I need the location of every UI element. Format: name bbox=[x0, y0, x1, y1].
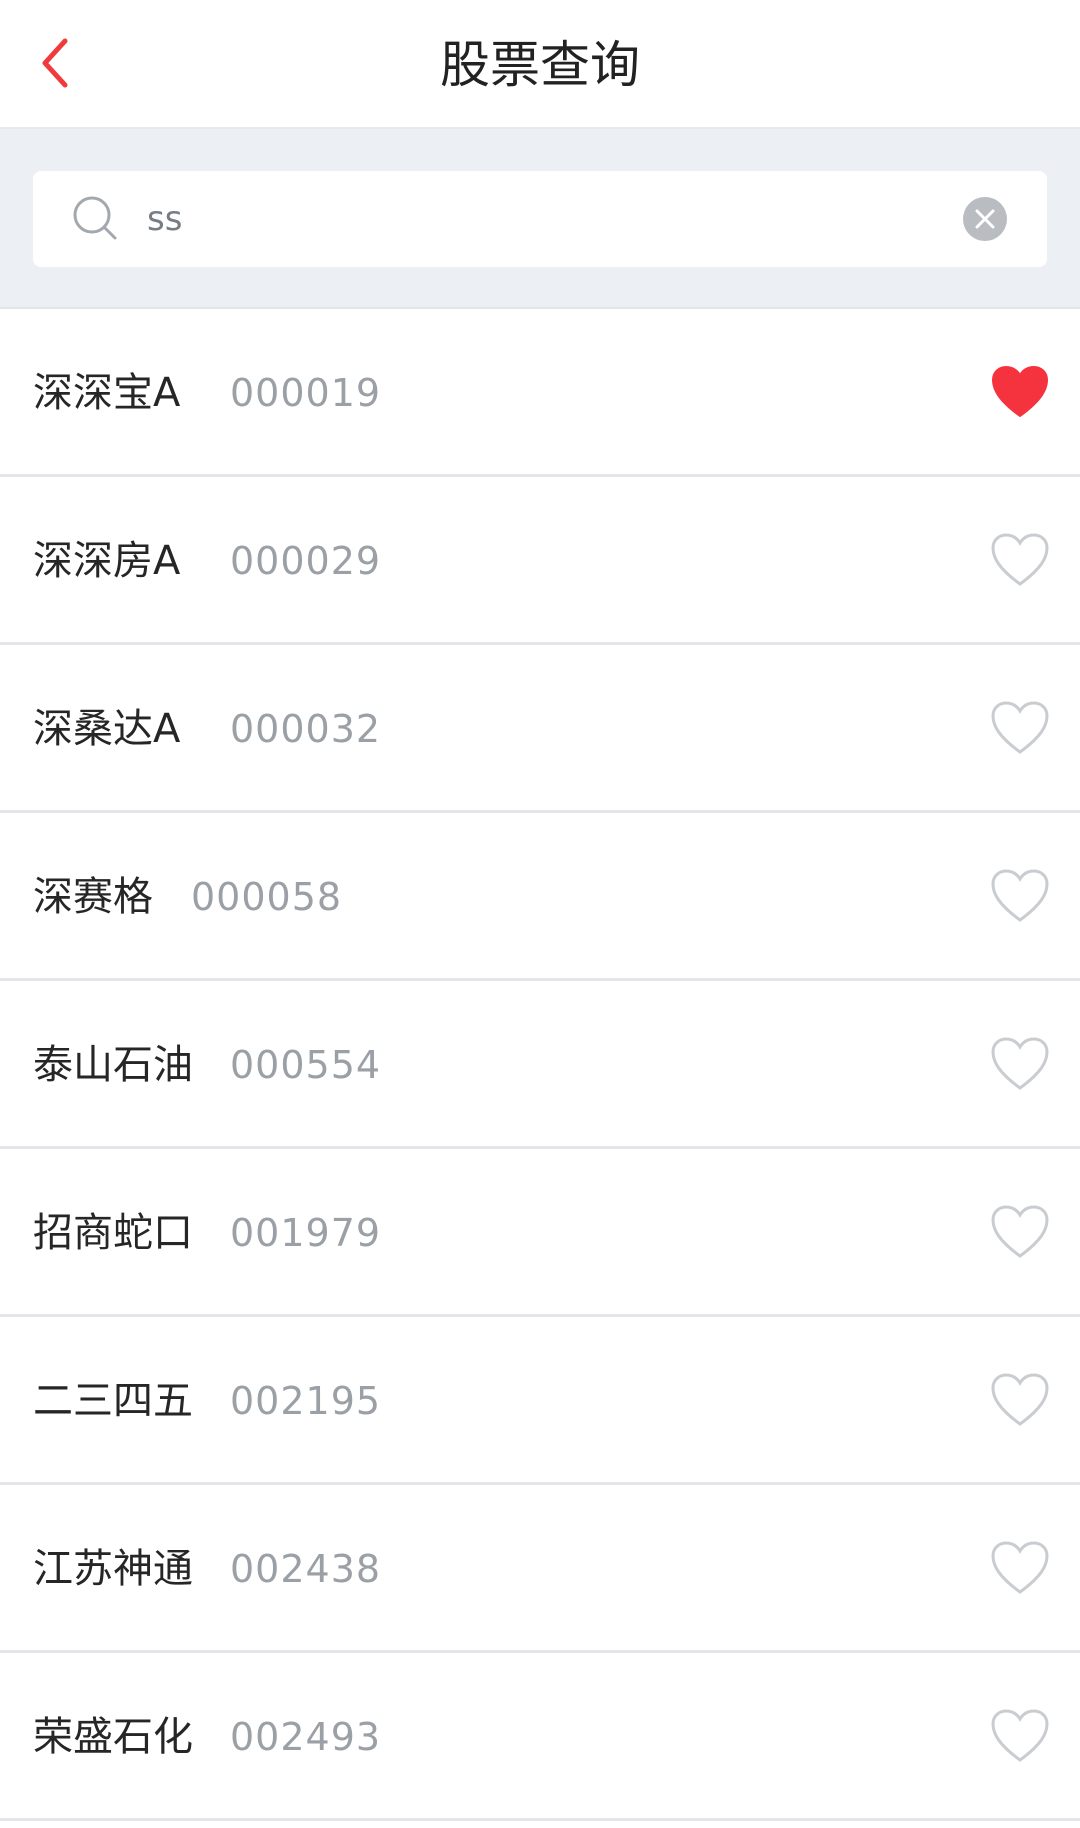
stock-name: 深深宝A bbox=[33, 370, 181, 416]
stock-code: 000019 bbox=[230, 371, 382, 415]
heart-icon[interactable] bbox=[990, 700, 1050, 756]
stock-row[interactable]: 深深宝A 000019 bbox=[0, 309, 1080, 477]
stock-name: 荣盛石化 bbox=[33, 1714, 193, 1760]
heart-icon[interactable] bbox=[990, 1036, 1050, 1092]
search-box[interactable] bbox=[33, 171, 1047, 267]
stock-code: 001979 bbox=[230, 1211, 382, 1255]
stock-name: 二三四五 bbox=[33, 1378, 193, 1424]
stock-code: 000032 bbox=[230, 707, 382, 751]
page-title: 股票查询 bbox=[440, 36, 640, 94]
stock-code: 000058 bbox=[191, 875, 343, 919]
stock-code: 000029 bbox=[230, 539, 382, 583]
stock-code: 002195 bbox=[230, 1379, 382, 1423]
heart-icon[interactable] bbox=[990, 1204, 1050, 1260]
heart-icon[interactable] bbox=[990, 1372, 1050, 1428]
stock-row[interactable]: 深深房A 000029 bbox=[0, 477, 1080, 645]
stock-result-list: 深深宝A 000019 深深房A 000029 深桑达A 000032 深赛格 … bbox=[0, 309, 1080, 1821]
stock-row[interactable]: 江苏神通 002438 bbox=[0, 1485, 1080, 1653]
stock-name: 泰山石油 bbox=[33, 1042, 193, 1088]
heart-icon[interactable] bbox=[990, 364, 1050, 420]
stock-name: 招商蛇口 bbox=[33, 1210, 193, 1256]
stock-row[interactable]: 泰山石油 000554 bbox=[0, 981, 1080, 1149]
stock-row[interactable]: 招商蛇口 001979 bbox=[0, 1149, 1080, 1317]
stock-code: 002493 bbox=[230, 1715, 382, 1759]
heart-icon[interactable] bbox=[990, 1540, 1050, 1596]
clear-icon bbox=[975, 209, 995, 229]
stock-code: 000554 bbox=[230, 1043, 382, 1087]
stock-name: 深桑达A bbox=[33, 706, 181, 752]
app-header: 股票查询 bbox=[0, 0, 1080, 129]
stock-name: 深深房A bbox=[33, 538, 181, 584]
heart-icon[interactable] bbox=[990, 532, 1050, 588]
clear-search-button[interactable] bbox=[963, 197, 1007, 241]
heart-icon[interactable] bbox=[990, 1708, 1050, 1764]
stock-row[interactable]: 深桑达A 000032 bbox=[0, 645, 1080, 813]
search-input[interactable] bbox=[147, 185, 947, 253]
search-icon bbox=[73, 196, 117, 240]
stock-name: 深赛格 bbox=[33, 874, 153, 920]
stock-row[interactable]: 深赛格 000058 bbox=[0, 813, 1080, 981]
heart-icon[interactable] bbox=[990, 868, 1050, 924]
stock-row[interactable]: 二三四五 002195 bbox=[0, 1317, 1080, 1485]
stock-name: 江苏神通 bbox=[33, 1546, 193, 1592]
search-bar-area bbox=[0, 129, 1080, 309]
stock-row[interactable]: 荣盛石化 002493 bbox=[0, 1653, 1080, 1821]
stock-code: 002438 bbox=[230, 1547, 382, 1591]
